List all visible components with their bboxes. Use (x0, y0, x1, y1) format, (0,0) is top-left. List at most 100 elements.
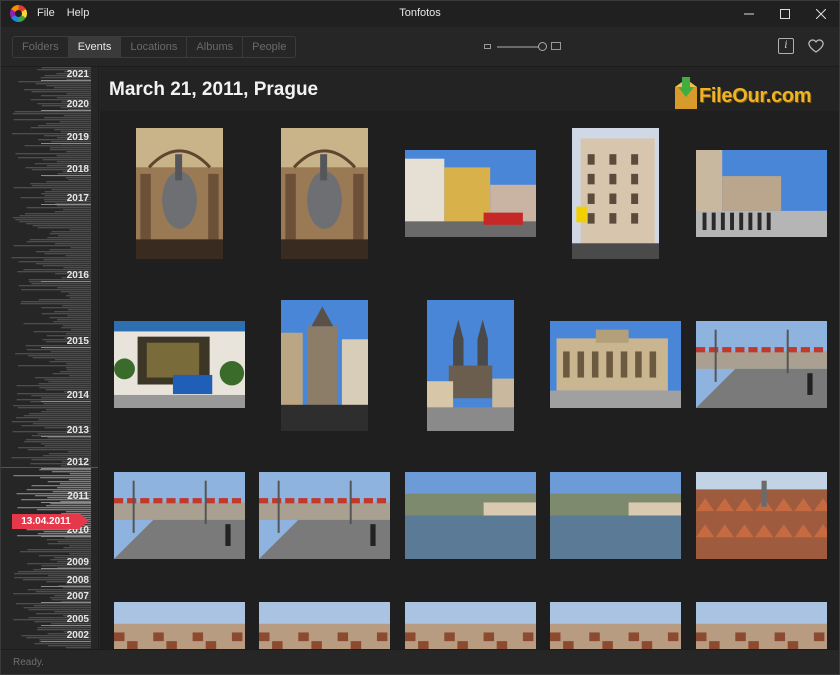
thumbnail-size-slider[interactable] (484, 42, 562, 52)
timeline-bar (24, 145, 91, 147)
photo-wenceslas-square[interactable] (696, 150, 827, 237)
timeline-bar (63, 267, 91, 269)
close-button[interactable] (803, 1, 839, 27)
timeline-bar (18, 365, 91, 367)
photo-city-panorama-5[interactable] (696, 602, 827, 649)
photo-thumbnail-image (550, 472, 681, 559)
timeline-year-2017[interactable]: 2017 (67, 193, 89, 204)
timeline-bar (47, 645, 91, 647)
timeline-bar (65, 511, 91, 513)
timeline-bar (40, 477, 91, 479)
timeline-bar (44, 445, 91, 447)
year-tick (41, 281, 91, 282)
tab-folders[interactable]: Folders (13, 37, 69, 57)
timeline-bar (64, 537, 91, 539)
menu-file[interactable]: File (37, 7, 55, 19)
photo-grid-area[interactable]: March 21, 2011, Prague FileOur.com (100, 67, 839, 649)
timeline-bar (43, 403, 91, 405)
photo-bridge-walkers-2[interactable] (259, 472, 390, 559)
timeline-bar (69, 545, 91, 547)
window-title: Tonfotos (399, 7, 441, 19)
tab-events[interactable]: Events (68, 37, 122, 57)
timeline-bar (46, 539, 91, 541)
timeline-year-2011[interactable]: 2011 (67, 491, 89, 502)
heart-icon (808, 39, 824, 53)
timeline-year-2014[interactable]: 2014 (67, 390, 89, 401)
year-tick (41, 80, 91, 81)
photo-vltava-river-1[interactable] (405, 472, 536, 559)
timeline-bar (17, 571, 91, 573)
timeline-bar (68, 179, 91, 181)
current-date-marker[interactable]: 13.04.2011 (12, 514, 92, 529)
timeline-bar (19, 221, 91, 223)
tab-people[interactable]: People (243, 37, 295, 57)
timeline-bar (27, 549, 91, 551)
timeline-year-2005[interactable]: 2005 (67, 614, 89, 625)
favorite-button[interactable] (807, 37, 825, 55)
timeline-bar (44, 379, 91, 381)
photo-bridge-castle-view[interactable] (696, 321, 827, 408)
timeline-year-2021[interactable]: 2021 (67, 69, 89, 80)
photo-city-panorama-3[interactable] (405, 602, 536, 649)
minimize-button[interactable] (731, 1, 767, 27)
year-tick (41, 602, 91, 603)
maximize-button[interactable] (767, 1, 803, 27)
photo-city-panorama-4[interactable] (550, 602, 681, 649)
timeline-bar (18, 285, 91, 287)
timeline-bar (70, 247, 91, 249)
photo-rooftops-panorama[interactable] (696, 472, 827, 559)
timeline-year-2018[interactable]: 2018 (67, 164, 89, 175)
photo-horse-sculpture-2[interactable] (281, 128, 368, 259)
photo-bridge-walkers-1[interactable] (114, 472, 245, 559)
year-tick (41, 436, 91, 437)
timeline-bar (58, 235, 91, 237)
timeline-bar (51, 231, 91, 233)
timeline-bar (17, 507, 91, 509)
year-tick (41, 110, 91, 111)
app-window: File Help Tonfotos Folders Events Locati… (0, 0, 840, 675)
timeline-bar (56, 205, 91, 207)
timeline-year-2019[interactable]: 2019 (67, 132, 89, 143)
photo-old-town-tower[interactable] (281, 300, 368, 431)
photo-rudolfinum[interactable] (550, 321, 681, 408)
timeline-year-2016[interactable]: 2016 (67, 270, 89, 281)
info-button[interactable]: i (778, 38, 794, 54)
timeline-year-2007[interactable]: 2007 (67, 591, 89, 602)
timeline-bar (36, 509, 91, 511)
timeline-year-2015[interactable]: 2015 (67, 336, 89, 347)
timeline-bar (16, 385, 91, 387)
photo-tyn-church[interactable] (427, 300, 514, 431)
timeline-bar (65, 333, 91, 335)
photo-street-buildings-tram[interactable] (405, 150, 536, 237)
timeline-bar (13, 245, 91, 247)
photo-city-panorama-2[interactable] (259, 602, 390, 649)
photo-vltava-river-2[interactable] (550, 472, 681, 559)
photo-city-panorama-1[interactable] (114, 602, 245, 649)
timeline-bar (26, 349, 91, 351)
photo-thumbnail-image (259, 472, 390, 559)
timeline-bar (61, 327, 91, 329)
timeline-bar (66, 151, 91, 153)
timeline-year-2013[interactable]: 2013 (67, 425, 89, 436)
timeline-bar (38, 299, 91, 301)
tab-locations[interactable]: Locations (121, 37, 188, 57)
timeline-year-2009[interactable]: 2009 (67, 557, 89, 568)
timeline-year-2002[interactable]: 2002 (67, 630, 89, 641)
timeline-bar (43, 259, 91, 261)
timeline-bar (33, 569, 91, 571)
slider-thumb[interactable] (538, 42, 547, 51)
timeline-sidebar[interactable]: 2021 2020 2019 2018 2017 2016 2015 2014 2013 2012… (1, 67, 99, 649)
year-tick (41, 586, 91, 587)
status-text: Ready. (13, 657, 44, 668)
photo-shop-blue-bench[interactable] (114, 321, 245, 408)
timeline-bar (31, 485, 91, 487)
photo-corner-building[interactable] (572, 128, 659, 259)
timeline-year-2008[interactable]: 2008 (67, 575, 89, 586)
timeline-year-2020[interactable]: 2020 (67, 99, 89, 110)
timeline-bar (27, 355, 91, 357)
menu-help[interactable]: Help (67, 7, 90, 19)
timeline-bar (18, 261, 91, 263)
photo-horse-sculpture-1[interactable] (136, 128, 223, 259)
tab-albums[interactable]: Albums (187, 37, 244, 57)
timeline-bar (31, 91, 91, 93)
